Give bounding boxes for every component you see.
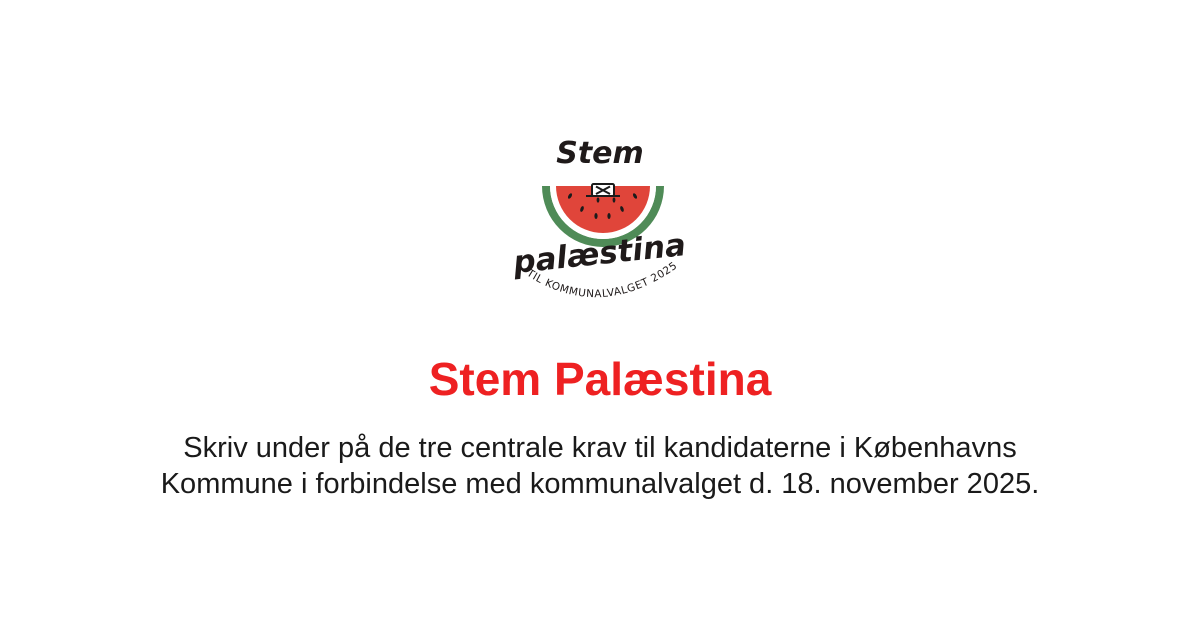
page-description: Skriv under på de tre centrale krav til … [100, 430, 1100, 502]
page-title: Stem Palæstina [428, 353, 772, 405]
description-line-1: Skriv under på de tre centrale krav til … [183, 432, 1017, 464]
description-line-2: Kommune i forbindelse med kommunalvalget… [160, 468, 1040, 500]
page: Stem palæstina TIL KOMMUNALVALGET 2025 S… [0, 0, 1200, 630]
logo: Stem palæstina TIL KOMMUNALVALGET 2025 [511, 136, 688, 300]
logo-word-stem: Stem [556, 136, 644, 171]
